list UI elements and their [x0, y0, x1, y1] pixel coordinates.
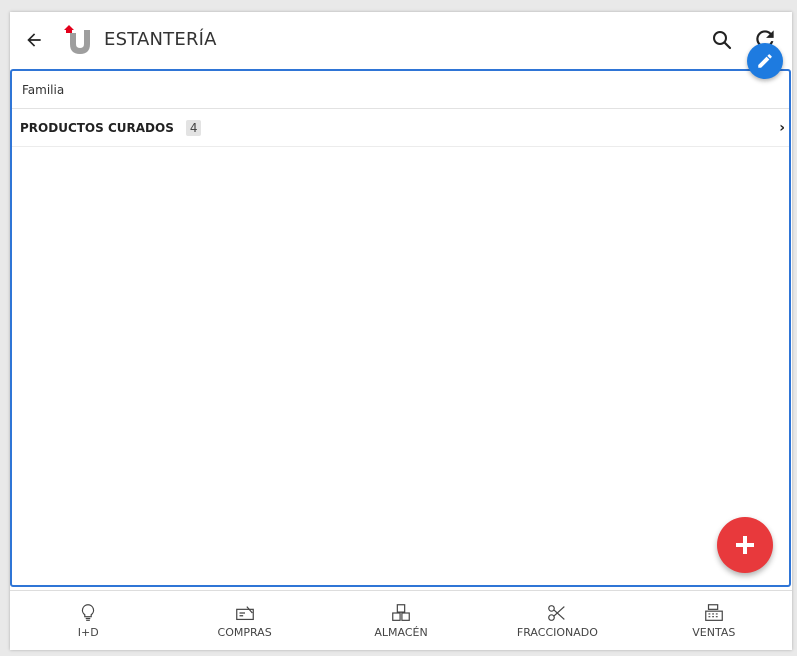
nav-label: ALMACÉN: [374, 626, 428, 639]
plus-icon: [736, 536, 754, 554]
purchase-icon: [235, 606, 254, 621]
edit-button[interactable]: [747, 43, 783, 79]
family-list-panel: Familia PRODUCTOS CURADOS 4 ›: [10, 69, 791, 587]
cash-register-icon: [704, 604, 723, 621]
nav-label: I+D: [77, 626, 99, 639]
lightbulb-icon: [82, 604, 95, 621]
nav-label: FRACCIONADO: [516, 626, 598, 639]
bottom-navigation: I+D COMPRAS ALMACÉN FRACCIONADO VENTAS: [10, 590, 792, 650]
page-title: ESTANTERÍA: [104, 29, 217, 50]
nav-label: VENTAS: [692, 626, 736, 639]
top-bar: ESTANTERÍA: [10, 12, 792, 68]
search-icon: [713, 31, 732, 50]
app-logo: [62, 24, 94, 56]
nav-item-ventas[interactable]: VENTAS: [636, 591, 792, 650]
column-header-familia: Familia: [12, 71, 789, 109]
pencil-icon: [758, 54, 772, 68]
back-button[interactable]: [22, 28, 46, 52]
nav-item-almacen[interactable]: ALMACÉN: [323, 591, 479, 650]
nav-label: COMPRAS: [217, 626, 272, 639]
search-button[interactable]: [710, 28, 734, 52]
boxes-icon: [392, 604, 410, 621]
back-arrow-icon: [27, 33, 41, 47]
nav-item-id[interactable]: I+D: [10, 591, 166, 650]
scissors-icon: [548, 605, 566, 621]
nav-item-compras[interactable]: COMPRAS: [166, 591, 322, 650]
list-item[interactable]: PRODUCTOS CURADOS 4 ›: [12, 109, 789, 147]
chevron-right-icon: ›: [779, 120, 785, 136]
count-badge: 4: [185, 119, 202, 136]
nav-item-fraccionado[interactable]: FRACCIONADO: [479, 591, 635, 650]
add-button[interactable]: [717, 517, 773, 573]
app-window: ESTANTERÍA Familia PRODUCTOS CURADOS 4 ›…: [10, 12, 792, 650]
list-item-label: PRODUCTOS CURADOS: [20, 120, 174, 135]
